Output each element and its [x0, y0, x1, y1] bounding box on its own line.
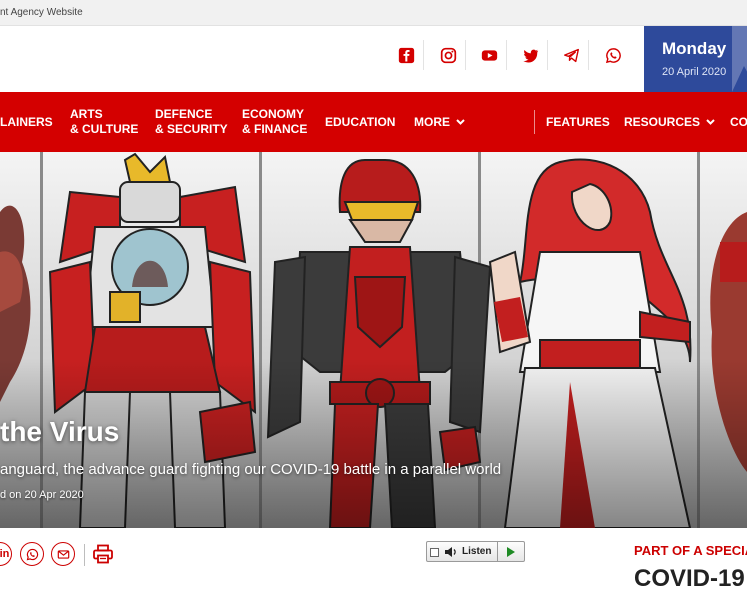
- linkedin-icon-text: in: [0, 548, 10, 560]
- nav-item-resources[interactable]: RESOURCES: [624, 115, 715, 130]
- whatsapp-share-icon[interactable]: [20, 542, 44, 566]
- facebook-icon[interactable]: [390, 40, 424, 70]
- hero-published-date: d on 20 Apr 2020: [0, 489, 84, 501]
- page: nt Agency Website Monday 20 April 2020 L…: [0, 0, 747, 598]
- date-box-day: Monday: [662, 39, 727, 58]
- nav-item-explainers[interactable]: LAINERS: [0, 115, 53, 130]
- nav-item-economy-finance[interactable]: ECONOMY & FINANCE: [242, 107, 307, 137]
- date-box-date: 20 April 2020: [662, 66, 727, 78]
- listen-divider: [497, 542, 498, 561]
- nav-item-more[interactable]: MORE: [414, 115, 465, 130]
- special-series-title[interactable]: COVID-19: [634, 565, 745, 593]
- play-icon[interactable]: [507, 547, 515, 557]
- main-navigation: LAINERS ARTS & CULTURE DEFENCE & SECURITY …: [0, 92, 747, 152]
- government-agency-strip: nt Agency Website: [0, 0, 747, 26]
- telegram-icon[interactable]: [555, 40, 589, 70]
- decorative-lion-icon: [732, 26, 747, 92]
- listen-audio-player[interactable]: Listen: [426, 541, 525, 562]
- nav-item-co[interactable]: CO: [730, 115, 747, 130]
- print-icon[interactable]: [92, 543, 114, 565]
- nav-item-features[interactable]: FEATURES: [546, 115, 610, 130]
- whatsapp-icon[interactable]: [596, 40, 630, 70]
- twitter-icon[interactable]: [514, 40, 548, 70]
- nav-divider: [534, 110, 535, 134]
- email-icon[interactable]: [51, 542, 75, 566]
- hero-title[interactable]: the Virus: [0, 416, 119, 448]
- listen-label: Listen: [462, 546, 492, 557]
- youtube-icon[interactable]: [473, 40, 507, 70]
- special-series-label: PART OF A SPECIA: [634, 543, 747, 558]
- hero-banner[interactable]: the Virus anguard, the advance guard fig…: [0, 152, 747, 528]
- speaker-icon: [445, 547, 456, 557]
- hero-subtitle: anguard, the advance guard fighting our …: [0, 461, 502, 478]
- date-box: Monday 20 April 2020: [644, 26, 747, 92]
- chevron-down-icon: [706, 119, 715, 125]
- share-divider: [84, 544, 85, 566]
- nav-item-defence-security[interactable]: DEFENCE & SECURITY: [155, 107, 228, 137]
- site-header: Monday 20 April 2020: [0, 26, 747, 92]
- instagram-icon[interactable]: [432, 40, 466, 70]
- player-menu-icon[interactable]: [430, 548, 439, 557]
- gov-strip-text[interactable]: nt Agency Website: [0, 7, 83, 18]
- linkedin-icon[interactable]: in: [0, 542, 12, 566]
- nav-item-education[interactable]: EDUCATION: [325, 115, 395, 130]
- chevron-down-icon: [456, 119, 465, 125]
- nav-item-arts-culture[interactable]: ARTS & CULTURE: [70, 107, 138, 137]
